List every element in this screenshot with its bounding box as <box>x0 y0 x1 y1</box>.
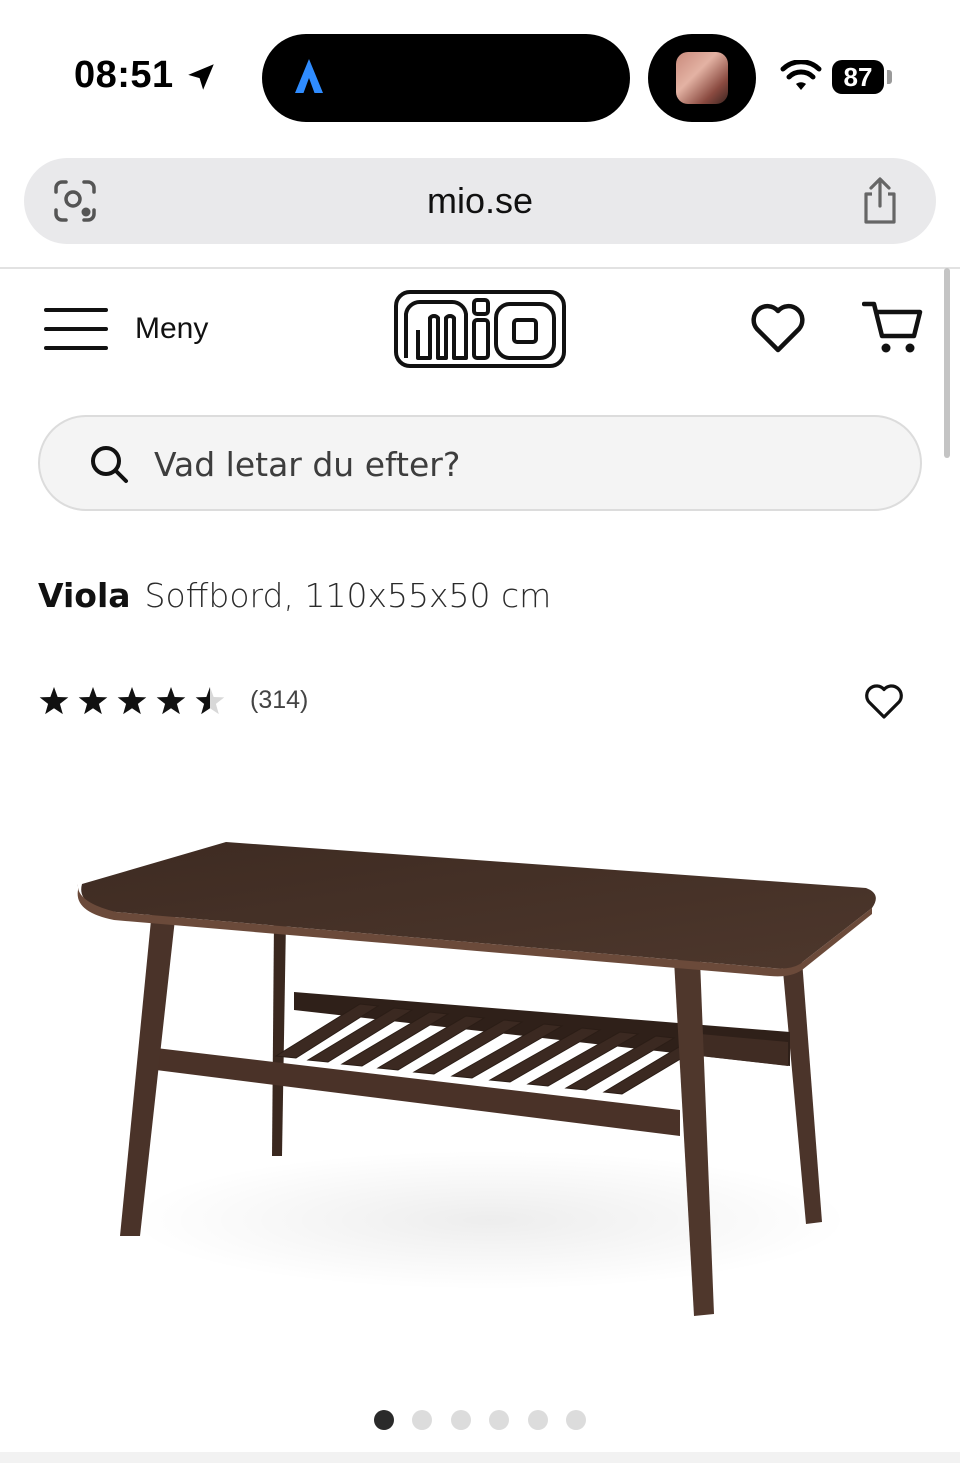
carousel-dots[interactable] <box>374 1410 586 1430</box>
search-bar[interactable] <box>38 415 922 511</box>
carousel-dot[interactable] <box>565 1410 586 1430</box>
product-name: Viola <box>38 576 131 615</box>
heart-icon[interactable] <box>750 302 806 354</box>
coffee-table-image[interactable] <box>60 820 900 1340</box>
media-thumbnail <box>676 52 728 104</box>
carousel-dot[interactable] <box>450 1410 471 1430</box>
bottom-divider <box>0 1452 960 1463</box>
battery-tip <box>887 70 892 84</box>
share-icon[interactable] <box>858 176 902 226</box>
product-title: Viola Soffbord, 110x55x50 cm <box>38 576 551 615</box>
page-scrollbar[interactable] <box>944 268 950 458</box>
carousel-dot[interactable] <box>412 1410 433 1430</box>
location-arrow-icon <box>188 64 214 90</box>
star-icon <box>39 687 69 715</box>
favorite-heart-icon[interactable] <box>864 684 904 720</box>
product-description: Soffbord, 110x55x50 cm <box>144 576 552 615</box>
dynamic-island-media <box>648 34 756 122</box>
search-icon <box>91 446 128 483</box>
hamburger-menu-icon[interactable] <box>44 306 108 352</box>
status-bar: 08:51 87 <box>0 0 960 150</box>
url-text[interactable]: mio.se <box>24 180 936 222</box>
status-time: 08:51 <box>74 54 174 96</box>
carousel-dot[interactable] <box>489 1410 510 1430</box>
browser-url-bar[interactable]: mio.se <box>24 158 936 244</box>
wifi-icon <box>780 60 822 90</box>
menu-label[interactable]: Meny <box>135 312 208 346</box>
cart-icon[interactable] <box>862 298 924 356</box>
browser-divider <box>0 267 960 269</box>
carousel-dot[interactable] <box>374 1410 394 1430</box>
rating-stars[interactable] <box>38 684 228 720</box>
review-count[interactable]: (314) <box>250 686 308 715</box>
carousel-dot[interactable] <box>527 1410 548 1430</box>
star-icon <box>117 687 147 715</box>
star-icon <box>156 687 186 715</box>
star-icon <box>78 687 108 715</box>
battery-icon: 87 <box>832 60 884 94</box>
navigation-a-icon <box>295 59 323 93</box>
dynamic-island <box>262 34 630 122</box>
search-input[interactable] <box>154 439 854 489</box>
mio-logo[interactable] <box>394 290 566 368</box>
